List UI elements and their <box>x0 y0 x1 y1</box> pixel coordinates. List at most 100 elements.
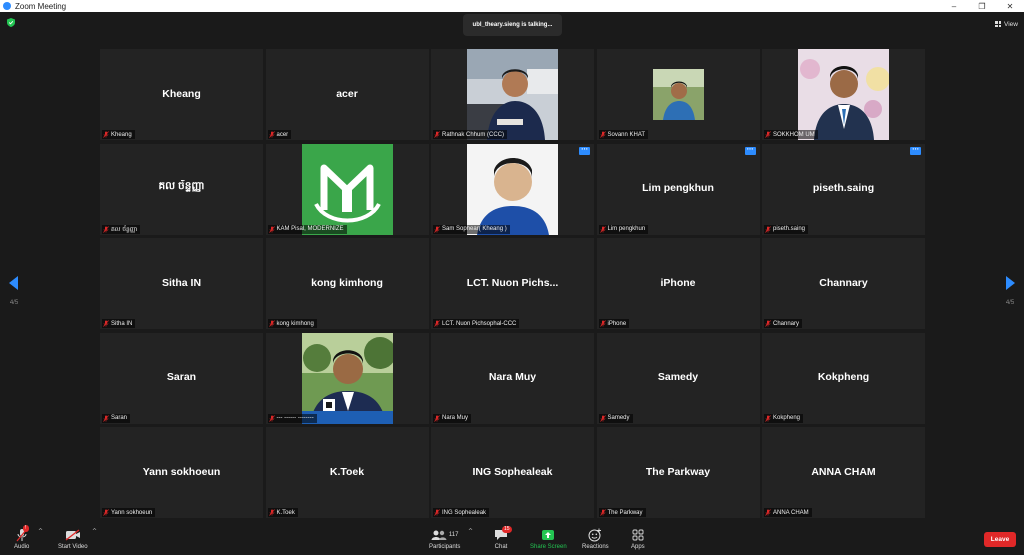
mt-logo-avatar <box>301 143 393 235</box>
participant-tile[interactable]: Sovann KHAT <box>596 49 760 140</box>
share-screen-button[interactable]: Share Screen <box>530 528 567 550</box>
next-page-button[interactable]: 4/5 <box>1003 275 1017 306</box>
participant-name: Channary <box>773 320 800 327</box>
participant-tile[interactable]: Yann sokhoeun Yann sokhoeun <box>100 427 263 518</box>
participant-name: Saran <box>111 415 128 421</box>
participant-name: iPhone <box>607 320 627 327</box>
participant-name: LCT. Nuon Pichsophal-CCC <box>442 320 517 327</box>
mic-muted-icon <box>268 320 275 327</box>
participant-label: Kokpheng <box>764 413 804 423</box>
start-video-button[interactable]: Start Video <box>58 528 88 550</box>
mic-muted-icon <box>765 509 771 516</box>
page-indicator-right: 4/5 <box>1005 300 1015 306</box>
mic-muted-icon <box>765 131 771 138</box>
participant-tile[interactable]: LCT. Nuon Pichs... LCT. Nuon Pichsophal-… <box>431 238 594 329</box>
participant-tile[interactable]: --- ------ -------- <box>265 332 429 424</box>
close-icon[interactable]: ✕ <box>996 0 1024 12</box>
more-options-button[interactable]: ··· <box>744 146 756 155</box>
mic-muted-icon <box>765 225 771 233</box>
participant-tile[interactable]: kong kimhong kong kimhong <box>265 238 429 329</box>
participants-options-caret[interactable]: ^ <box>468 528 473 535</box>
mic-muted-icon <box>434 320 440 327</box>
minimize-icon[interactable]: – <box>940 0 968 12</box>
participant-tile[interactable]: iPhone iPhone <box>596 238 760 329</box>
participant-tile[interactable]: K.Toek K.Toek <box>265 427 429 518</box>
participant-label: Sam Sophear( Kheang ) <box>433 224 510 234</box>
apps-button[interactable]: Apps <box>631 528 645 550</box>
video-options-caret[interactable]: ^ <box>92 528 97 535</box>
participant-name: Samedy <box>607 415 630 421</box>
participant-label: Sitha IN <box>102 319 136 328</box>
participant-name: SOKKHOM UM <box>773 131 815 138</box>
meeting-toolbar: ! Audio ^ Start Video ^ 117 Participants… <box>0 524 1024 555</box>
chevron-left-icon <box>9 276 18 290</box>
participant-display-name: Kokpheng <box>817 370 870 383</box>
reactions-label: Reactions <box>582 544 609 550</box>
mic-muted-icon <box>599 225 606 233</box>
participant-name: piseth.saing <box>773 226 806 232</box>
participant-label: SOKKHOM UM <box>764 130 818 139</box>
more-options-button[interactable]: ··· <box>910 146 921 155</box>
participant-tile[interactable]: Saran Saran <box>100 332 263 424</box>
audio-options-caret[interactable]: ^ <box>38 528 43 535</box>
mic-muted-icon <box>765 320 771 327</box>
participant-tile[interactable]: Channary Channary <box>762 238 925 329</box>
participant-display-name: Nara Muy <box>488 370 537 383</box>
participant-label: Lim pengkhun <box>598 224 649 234</box>
participant-tile[interactable]: Rathnak Chhum (CCC) <box>431 49 594 140</box>
participant-tile[interactable]: Sitha IN Sitha IN <box>100 238 263 329</box>
mic-muted-icon <box>434 225 440 233</box>
participant-display-name: Samedy <box>657 370 699 383</box>
participants-button[interactable]: 117 Participants <box>429 528 460 550</box>
security-shield-icon[interactable] <box>7 18 15 27</box>
participant-display-name: The Parkway <box>645 465 711 478</box>
mic-muted-icon <box>434 414 440 422</box>
participant-tile[interactable]: The Parkway The Parkway <box>596 427 760 518</box>
participant-label: ANNA CHAM <box>764 508 812 517</box>
participant-tile[interactable]: Samedy Samedy <box>596 332 760 424</box>
participant-label: ING Sophealeak <box>433 508 490 517</box>
participant-tile[interactable]: piseth.saing ··· piseth.saing <box>762 143 925 235</box>
participant-tile[interactable]: Nara Muy Nara Muy <box>431 332 594 424</box>
participant-label: Channary <box>764 319 803 328</box>
participant-display-name: LCT. Nuon Pichs... <box>466 276 559 289</box>
participant-tile[interactable]: គល ច័ន្ទញ្ញា គល ច័ន្ទញ្ញា <box>100 143 263 235</box>
participant-name: Kheang <box>111 131 132 138</box>
participant-tile[interactable]: SOKKHOM UM <box>762 49 925 140</box>
chat-button[interactable]: 15 Chat <box>494 526 512 550</box>
participant-display-name: Yann sokhoeun <box>142 465 221 478</box>
mic-muted-icon <box>434 131 440 138</box>
previous-page-button[interactable]: 4/5 <box>7 275 21 306</box>
view-button[interactable]: View <box>995 17 1018 31</box>
participant-tile[interactable]: ING Sophealeak ING Sophealeak <box>431 427 594 518</box>
participant-name: --- ------ -------- <box>276 415 314 421</box>
participant-tile[interactable]: ANNA CHAM ANNA CHAM <box>762 427 925 518</box>
participant-name: The Parkway <box>607 509 643 516</box>
view-label: View <box>1004 20 1018 28</box>
participant-label: Saran <box>102 413 131 423</box>
participant-label: The Parkway <box>598 508 646 517</box>
mic-muted-icon <box>103 320 109 327</box>
apps-label: Apps <box>631 544 645 550</box>
leave-button[interactable]: Leave <box>984 532 1016 547</box>
mic-muted-icon <box>599 414 606 422</box>
participant-tile[interactable]: Kokpheng Kokpheng <box>762 332 925 424</box>
participant-display-name: K.Toek <box>329 465 365 478</box>
active-speaker-banner: ubl_theary.sieng is talking... <box>463 14 562 36</box>
participant-tile[interactable]: KAM Pisal, MODERNIZE <box>265 143 429 235</box>
participant-display-name: iPhone <box>660 276 696 289</box>
title-bar: Zoom Meeting – ❐ ✕ <box>0 0 1024 12</box>
mic-muted-icon <box>103 131 109 138</box>
reactions-button[interactable]: Reactions <box>582 528 609 550</box>
participant-tile[interactable]: acer acer <box>265 49 429 140</box>
participant-name: គល ច័ន្ទញ្ញា <box>111 226 138 233</box>
talking-text: ubl_theary.sieng is talking... <box>472 22 553 28</box>
participant-tile[interactable]: ··· Sam Sophear( Kheang ) <box>431 143 594 235</box>
participant-tile[interactable]: Lim pengkhun ··· Lim pengkhun <box>596 143 760 235</box>
more-options-button[interactable]: ··· <box>579 146 590 155</box>
maximize-icon[interactable]: ❐ <box>968 0 996 12</box>
participant-label: Samedy <box>598 413 633 423</box>
grid-icon <box>995 21 1002 27</box>
participant-tile[interactable]: Kheang Kheang <box>100 49 263 140</box>
audio-button[interactable]: ! Audio <box>14 525 29 550</box>
